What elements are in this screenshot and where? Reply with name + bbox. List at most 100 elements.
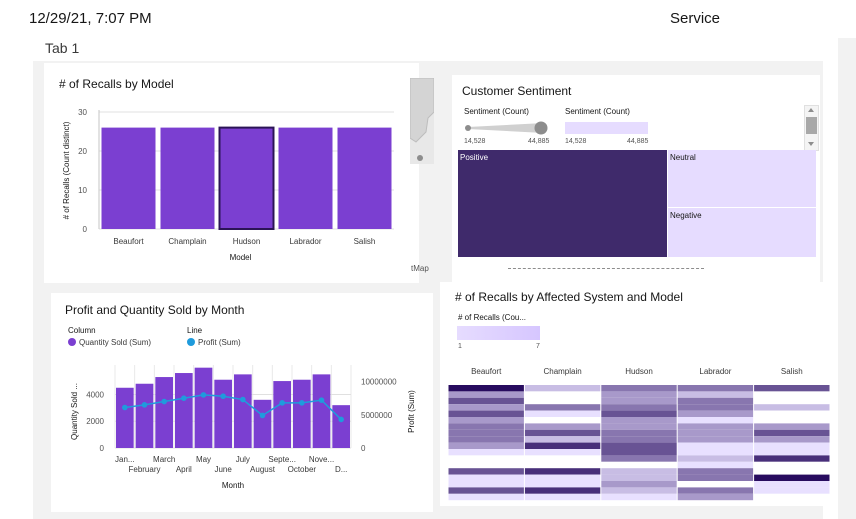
heatmap-cell[interactable]: [601, 385, 677, 392]
heatmap-cell[interactable]: [448, 423, 524, 430]
heatmap-cell[interactable]: [524, 404, 601, 411]
heatmap-cell[interactable]: [601, 436, 677, 443]
heatmap-cell[interactable]: [677, 474, 754, 481]
heatmap-cell[interactable]: [601, 404, 677, 411]
heatmap-cell[interactable]: [601, 397, 677, 405]
heatmap-cell[interactable]: [524, 436, 601, 443]
heatmap-cell[interactable]: [754, 404, 830, 411]
heatmap-cell[interactable]: [677, 481, 754, 488]
heatmap-cell[interactable]: [677, 423, 754, 430]
heatmap-cell[interactable]: [601, 423, 677, 430]
heatmap-cell[interactable]: [524, 385, 601, 392]
profit-point-june[interactable]: [220, 393, 226, 400]
profit-point-march[interactable]: [161, 398, 167, 405]
heatmap-cell[interactable]: [524, 468, 601, 475]
profit-point-september[interactable]: [279, 400, 285, 406]
heatmap-cell[interactable]: [524, 455, 601, 462]
bar-hudson[interactable]: [218, 126, 275, 230]
treemap-positive[interactable]: Positive: [458, 150, 667, 257]
heatmap-cell[interactable]: [601, 449, 677, 456]
heatmap-cell[interactable]: [448, 455, 524, 462]
heatmap-cell[interactable]: [448, 385, 524, 392]
heatmap-cell[interactable]: [677, 455, 754, 462]
recalls-bar-chart[interactable]: 0 10 20 30 # of Recalls (Count distinct) Beau…: [44, 63, 419, 283]
heatmap-cell[interactable]: [754, 423, 830, 430]
heatmap-cell[interactable]: [448, 468, 524, 475]
profit-quantity-chart[interactable]: 0 2000 4000 0 5000000 10000000 Quantity Sold .…: [51, 293, 433, 512]
heatmap-cell[interactable]: [677, 449, 754, 456]
heatmap-cell[interactable]: [601, 429, 677, 437]
heatmap-cell[interactable]: [601, 474, 677, 481]
heatmap-cell[interactable]: [524, 481, 601, 488]
profit-point-april[interactable]: [181, 395, 187, 401]
profit-point-february[interactable]: [141, 402, 148, 408]
heatmap-cell[interactable]: [677, 468, 754, 475]
map-fragment[interactable]: [409, 77, 435, 164]
heatmap-cell[interactable]: [754, 481, 830, 488]
heatmap-cell[interactable]: [754, 449, 830, 456]
heatmap-cell[interactable]: [677, 385, 754, 392]
bar-beaufort[interactable]: [101, 127, 156, 229]
heatmap-cell[interactable]: [754, 436, 830, 443]
profit-point-december[interactable]: [338, 416, 344, 423]
heatmap-cell[interactable]: [524, 410, 601, 417]
heatmap-cell[interactable]: [524, 397, 601, 405]
heatmap-cell[interactable]: [677, 404, 754, 411]
profit-point-november[interactable]: [318, 397, 325, 403]
bar-champlain[interactable]: [160, 127, 215, 229]
heatmap-cell[interactable]: [677, 487, 754, 494]
profit-point-may[interactable]: [200, 392, 207, 398]
heatmap-cell[interactable]: [601, 442, 677, 449]
heatmap-cell[interactable]: [754, 455, 830, 462]
heatmap-cell[interactable]: [677, 436, 754, 443]
heatmap-cell[interactable]: [754, 487, 830, 494]
heatmap-cell[interactable]: [754, 442, 830, 449]
quantity-bar-august[interactable]: [253, 399, 272, 448]
profit-quantity-panel[interactable]: Profit and Quantity Sold by Month Column…: [51, 293, 433, 512]
heatmap-cell[interactable]: [754, 468, 830, 475]
heatmap-cell[interactable]: [754, 493, 830, 501]
quantity-bar-june[interactable]: [214, 379, 232, 448]
bar-salish[interactable]: [337, 127, 392, 229]
heatmap-cell[interactable]: [524, 461, 601, 469]
heatmap-cell[interactable]: [677, 461, 754, 469]
heatmap-cell[interactable]: [448, 436, 524, 443]
profit-point-july[interactable]: [240, 396, 246, 403]
profit-point-january[interactable]: [122, 404, 128, 411]
heatmap-cell[interactable]: [601, 391, 677, 398]
legend-scrollbar[interactable]: [804, 105, 819, 151]
treemap-negative[interactable]: Negative: [668, 208, 816, 257]
tab-1[interactable]: Tab 1: [45, 40, 79, 56]
heatmap-cell[interactable]: [448, 404, 524, 411]
heatmap-cell[interactable]: [754, 417, 830, 424]
heatmap-cell[interactable]: [448, 391, 524, 398]
heatmap-cell[interactable]: [601, 417, 677, 424]
heatmap-cell[interactable]: [524, 391, 601, 398]
scroll-down-icon[interactable]: [808, 142, 814, 146]
quantity-bar-may[interactable]: [194, 367, 213, 448]
scroll-up-icon[interactable]: [808, 108, 814, 112]
heatmap-cell[interactable]: [677, 410, 754, 417]
heatmap-cell[interactable]: [448, 417, 524, 424]
heatmap-cell[interactable]: [677, 417, 754, 424]
heatmap-cell[interactable]: [754, 391, 830, 398]
heatmap-cell[interactable]: [677, 442, 754, 449]
quantity-bar-february[interactable]: [135, 383, 154, 448]
heatmap-cell[interactable]: [677, 429, 754, 437]
heatmap-cell[interactable]: [524, 474, 601, 481]
heatmap-cell[interactable]: [448, 429, 524, 437]
heatmap-cell[interactable]: [448, 410, 524, 417]
heatmap-cell[interactable]: [677, 397, 754, 405]
heatmap-cell[interactable]: [754, 397, 830, 405]
heatmap-chart[interactable]: Beaufort Champlain Hudson Labrador Salish: [440, 282, 836, 506]
bar-labrador[interactable]: [278, 127, 333, 229]
quantity-bar-march[interactable]: [155, 377, 173, 448]
profit-point-october[interactable]: [299, 400, 305, 406]
heatmap-cell[interactable]: [448, 442, 524, 449]
heatmap-cell[interactable]: [601, 410, 677, 417]
quantity-bar-october[interactable]: [293, 379, 311, 448]
heatmap-cell[interactable]: [448, 493, 524, 501]
heatmap-cell[interactable]: [754, 461, 830, 469]
profit-point-august[interactable]: [259, 412, 266, 419]
treemap-neutral[interactable]: Neutral: [668, 150, 816, 207]
